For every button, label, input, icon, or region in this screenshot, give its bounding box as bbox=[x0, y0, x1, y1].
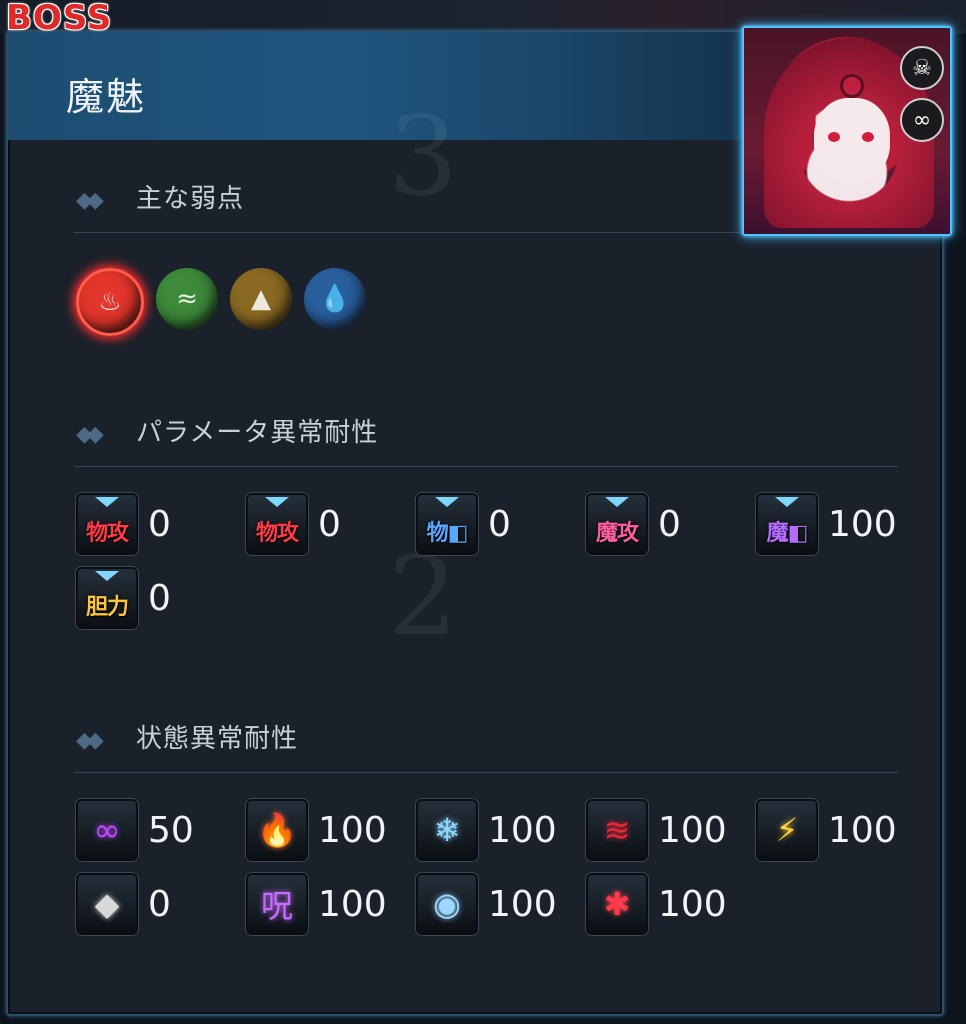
resist-value: 100 bbox=[488, 809, 557, 851]
earth-orb-icon: ▲ bbox=[230, 268, 292, 330]
debuff-label: 物攻 bbox=[255, 521, 299, 546]
resist-value: 100 bbox=[658, 809, 727, 851]
enemy-name: 魔魅 bbox=[66, 75, 147, 119]
status-resist-item: ⚡ 100 bbox=[756, 798, 897, 862]
debuff-icon: 魔攻 bbox=[586, 493, 648, 555]
curse-icon: 呪 bbox=[246, 873, 308, 935]
wind-orb-icon: ≈ bbox=[156, 268, 218, 330]
debuff-icon: 物攻 bbox=[76, 493, 138, 555]
portrait-eye bbox=[828, 132, 840, 142]
diamond-icon: ◆◆ bbox=[76, 728, 104, 753]
status-resist-item: 呪 100 bbox=[246, 872, 387, 936]
rings-badge-icon: ∞ bbox=[900, 98, 944, 142]
lightning-icon: ⚡ bbox=[756, 799, 818, 861]
fire-orb-icon: ♨ bbox=[76, 268, 144, 336]
debuff-icon: 物攻 bbox=[246, 493, 308, 555]
divider bbox=[74, 772, 898, 773]
boss-tag: BOSS bbox=[6, 0, 113, 38]
resist-value: 100 bbox=[318, 809, 387, 851]
debuff-label: 胆力 bbox=[85, 595, 129, 620]
status-resist-item: ✱ 100 bbox=[586, 872, 727, 936]
status-resist-item: ❄ 100 bbox=[416, 798, 557, 862]
resist-value: 0 bbox=[658, 503, 681, 545]
background-art: 3 bbox=[388, 92, 458, 220]
down-arrow-icon bbox=[95, 497, 119, 507]
resist-value: 50 bbox=[148, 809, 194, 851]
debuff-label: 魔攻 bbox=[595, 521, 639, 546]
section-param-resist: ◆◆ パラメータ異常耐性 bbox=[76, 412, 378, 449]
resist-value: 100 bbox=[658, 883, 727, 925]
param-resist-item: 物攻 0 bbox=[76, 492, 171, 556]
resist-value: 100 bbox=[488, 883, 557, 925]
diamond-icon: ◆◆ bbox=[76, 422, 104, 447]
petrify-icon: ◆ bbox=[76, 873, 138, 935]
rings-icon: ∞ bbox=[76, 799, 138, 861]
status-resist-item: 🔥 100 bbox=[246, 798, 387, 862]
resist-value: 0 bbox=[148, 577, 171, 619]
param-resist-item: 魔攻 0 bbox=[586, 492, 681, 556]
param-resist-item: 物◧ 0 bbox=[416, 492, 511, 556]
section-status-resist-label: 状態異常耐性 bbox=[136, 724, 299, 754]
section-weakness-label: 主な弱点 bbox=[136, 184, 245, 214]
section-status-resist: ◆◆ 状態異常耐性 bbox=[76, 718, 298, 755]
burn-icon: 🔥 bbox=[246, 799, 308, 861]
debuff-label: 物攻 bbox=[85, 521, 129, 546]
param-resist-item: 魔◧ 100 bbox=[756, 492, 897, 556]
down-arrow-icon bbox=[775, 497, 799, 507]
skull-icon: ☠ bbox=[900, 46, 944, 90]
debuff-icon: 胆力 bbox=[76, 567, 138, 629]
status-resist-item: ◆ 0 bbox=[76, 872, 171, 936]
resist-value: 0 bbox=[318, 503, 341, 545]
resist-value: 100 bbox=[828, 809, 897, 851]
weakness-list: ♨ ≈ ▲ 💧 bbox=[76, 268, 366, 336]
down-arrow-icon bbox=[435, 497, 459, 507]
eye-icon: ◉ bbox=[416, 873, 478, 935]
down-arrow-icon bbox=[95, 571, 119, 581]
portrait-face bbox=[814, 98, 890, 182]
debuff-label: 魔◧ bbox=[766, 521, 809, 546]
resist-value: 0 bbox=[148, 503, 171, 545]
status-resist-item: ≋ 100 bbox=[586, 798, 727, 862]
panic-icon: ✱ bbox=[586, 873, 648, 935]
status-resist-item: ◉ 100 bbox=[416, 872, 557, 936]
debuff-icon: 物◧ bbox=[416, 493, 478, 555]
boss-portrait[interactable]: ☠ ∞ bbox=[742, 26, 952, 236]
resist-value: 100 bbox=[318, 883, 387, 925]
status-resist-item: ∞ 50 bbox=[76, 798, 194, 862]
portrait-gem bbox=[840, 74, 864, 98]
section-weakness: ◆◆ 主な弱点 bbox=[76, 178, 244, 215]
param-resist-item: 胆力 0 bbox=[76, 566, 171, 630]
debuff-icon: 魔◧ bbox=[756, 493, 818, 555]
down-arrow-icon bbox=[265, 497, 289, 507]
diamond-icon: ◆◆ bbox=[76, 188, 104, 213]
debuff-label: 物◧ bbox=[426, 521, 469, 546]
resist-value: 0 bbox=[148, 883, 171, 925]
divider bbox=[74, 466, 898, 467]
param-resist-item: 物攻 0 bbox=[246, 492, 341, 556]
down-arrow-icon bbox=[605, 497, 629, 507]
bleed-icon: ≋ bbox=[586, 799, 648, 861]
freeze-icon: ❄ bbox=[416, 799, 478, 861]
resist-value: 0 bbox=[488, 503, 511, 545]
resist-value: 100 bbox=[828, 503, 897, 545]
section-param-resist-label: パラメータ異常耐性 bbox=[136, 418, 379, 448]
portrait-eye bbox=[862, 132, 874, 142]
water-orb-icon: 💧 bbox=[304, 268, 366, 330]
